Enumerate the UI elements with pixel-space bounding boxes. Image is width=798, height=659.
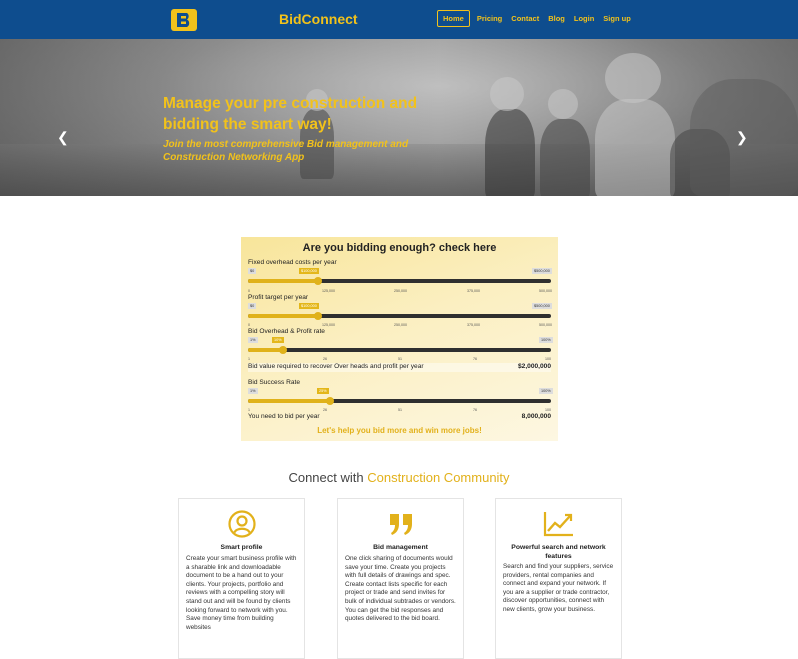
- navbar: BidConnect Home Pricing Contact Blog Log…: [0, 0, 798, 39]
- bid-calculator: Are you bidding enough? check here Fixed…: [241, 237, 558, 441]
- tick-label: 500,000: [539, 289, 552, 293]
- tick-label: 375,000: [467, 289, 480, 293]
- profit-label: Profit target per year: [248, 294, 309, 301]
- worker-head: [605, 53, 661, 103]
- worker-head: [548, 89, 578, 119]
- feature-card-bid-management: Bid management One click sharing of docu…: [337, 498, 464, 659]
- connect-heading-plain: Connect with: [288, 470, 368, 485]
- tick-label: 0: [248, 323, 250, 327]
- quote-icon: [338, 509, 463, 539]
- main-nav: Home Pricing Contact Blog Login Sign up: [437, 10, 640, 27]
- nav-contact[interactable]: Contact: [511, 11, 539, 26]
- profit-slider[interactable]: [248, 312, 551, 320]
- success-slider[interactable]: [248, 397, 551, 405]
- chevron-right-icon[interactable]: ❯: [736, 129, 748, 146]
- tick-label: 1: [248, 357, 250, 361]
- overhead-label: Fixed overhead costs per year: [248, 259, 337, 266]
- slider-min-badge: 1%: [248, 388, 258, 394]
- calculator-title: Are you bidding enough? check here: [302, 242, 497, 254]
- slider-value-badge: $100,000: [299, 268, 319, 274]
- nav-blog[interactable]: Blog: [548, 11, 565, 26]
- rate-slider[interactable]: [248, 346, 551, 354]
- slider-handle[interactable]: [314, 277, 322, 285]
- tick-label: 1: [248, 408, 250, 412]
- tick-label: 250,000: [394, 289, 407, 293]
- success-label: Bid Success Rate: [248, 379, 301, 386]
- card-text: Search and find your suppliers, service …: [503, 563, 614, 613]
- worker-head: [490, 77, 524, 111]
- slider-handle[interactable]: [279, 346, 287, 354]
- needed-bid-label: You need to bid per year: [248, 413, 320, 420]
- needed-bid-value: 8,000,000: [521, 413, 551, 420]
- tick-label: 26: [323, 408, 327, 412]
- slider-max-badge: 100%: [539, 337, 553, 343]
- connect-heading: Connect with Construction Community: [0, 470, 798, 485]
- card-title: Bid management: [373, 544, 428, 551]
- line-chart-icon: [496, 509, 621, 539]
- user-circle-icon: [179, 509, 304, 539]
- slider-value-badge: $100,000: [299, 303, 319, 309]
- tick-label: 76: [473, 357, 477, 361]
- tick-label: 26: [323, 357, 327, 361]
- worker-figure: [595, 99, 675, 196]
- required-bid-value: $2,000,000: [517, 363, 551, 370]
- slider-max-badge: $500,000: [532, 268, 552, 274]
- brand-logo-icon[interactable]: [170, 8, 198, 32]
- calculator-cta[interactable]: Let's help you bid more and win more job…: [241, 426, 558, 435]
- slider-min-badge: 1%: [248, 337, 258, 343]
- tick-label: 51: [398, 357, 402, 361]
- chevron-left-icon[interactable]: ❮: [57, 129, 69, 146]
- feature-card-search-network: Powerful search and network features Sea…: [495, 498, 622, 659]
- slider-max-badge: $500,000: [532, 303, 552, 309]
- slider-handle[interactable]: [326, 397, 334, 405]
- slider-min-badge: $0: [248, 303, 257, 309]
- tick-label: 125,000: [322, 323, 335, 327]
- nav-home[interactable]: Home: [437, 10, 470, 27]
- hero-headline: Manage your pre construction and bidding…: [163, 95, 418, 133]
- rate-label: Bid Overhead & Profit rate: [248, 328, 325, 335]
- worker-figure: [485, 109, 535, 196]
- tick-label: 100: [545, 408, 551, 412]
- required-bid-row: Bid value required to recover Over heads…: [248, 363, 551, 372]
- slider-max-badge: 100%: [539, 388, 553, 394]
- connect-heading-highlight: Construction Community: [367, 470, 510, 485]
- nav-pricing[interactable]: Pricing: [477, 11, 502, 26]
- nav-login[interactable]: Login: [574, 11, 594, 26]
- tick-label: 500,000: [539, 323, 552, 327]
- tick-label: 0: [248, 289, 250, 293]
- overhead-slider[interactable]: [248, 277, 551, 285]
- hero-carousel: Manage your pre construction and bidding…: [0, 39, 798, 196]
- tick-label: 100: [545, 357, 551, 361]
- hero-subline: Join the most comprehensive Bid manageme…: [163, 139, 409, 163]
- feature-card-smart-profile: Smart profile Create your smart business…: [178, 498, 305, 659]
- card-text: Create your smart business profile with …: [186, 555, 297, 631]
- card-title: Smart profile: [220, 544, 263, 551]
- card-text: One click sharing of documents would sav…: [345, 555, 456, 623]
- tick-label: 76: [473, 408, 477, 412]
- card-title: Powerful search and network features: [511, 544, 606, 560]
- slider-value-badge: 10%: [272, 337, 284, 343]
- slider-value-badge: 25%: [317, 388, 329, 394]
- slider-handle[interactable]: [314, 312, 322, 320]
- needed-bid-row: You need to bid per year 8,000,000: [248, 413, 551, 422]
- nav-signup[interactable]: Sign up: [603, 11, 631, 26]
- tick-label: 51: [398, 408, 402, 412]
- brand-name[interactable]: BidConnect: [279, 11, 358, 27]
- tick-label: 125,000: [322, 289, 335, 293]
- worker-figure: [540, 119, 590, 196]
- tick-label: 250,000: [394, 323, 407, 327]
- tick-label: 375,000: [467, 323, 480, 327]
- slider-min-badge: $0: [248, 268, 257, 274]
- required-bid-label: Bid value required to recover Over heads…: [248, 363, 424, 370]
